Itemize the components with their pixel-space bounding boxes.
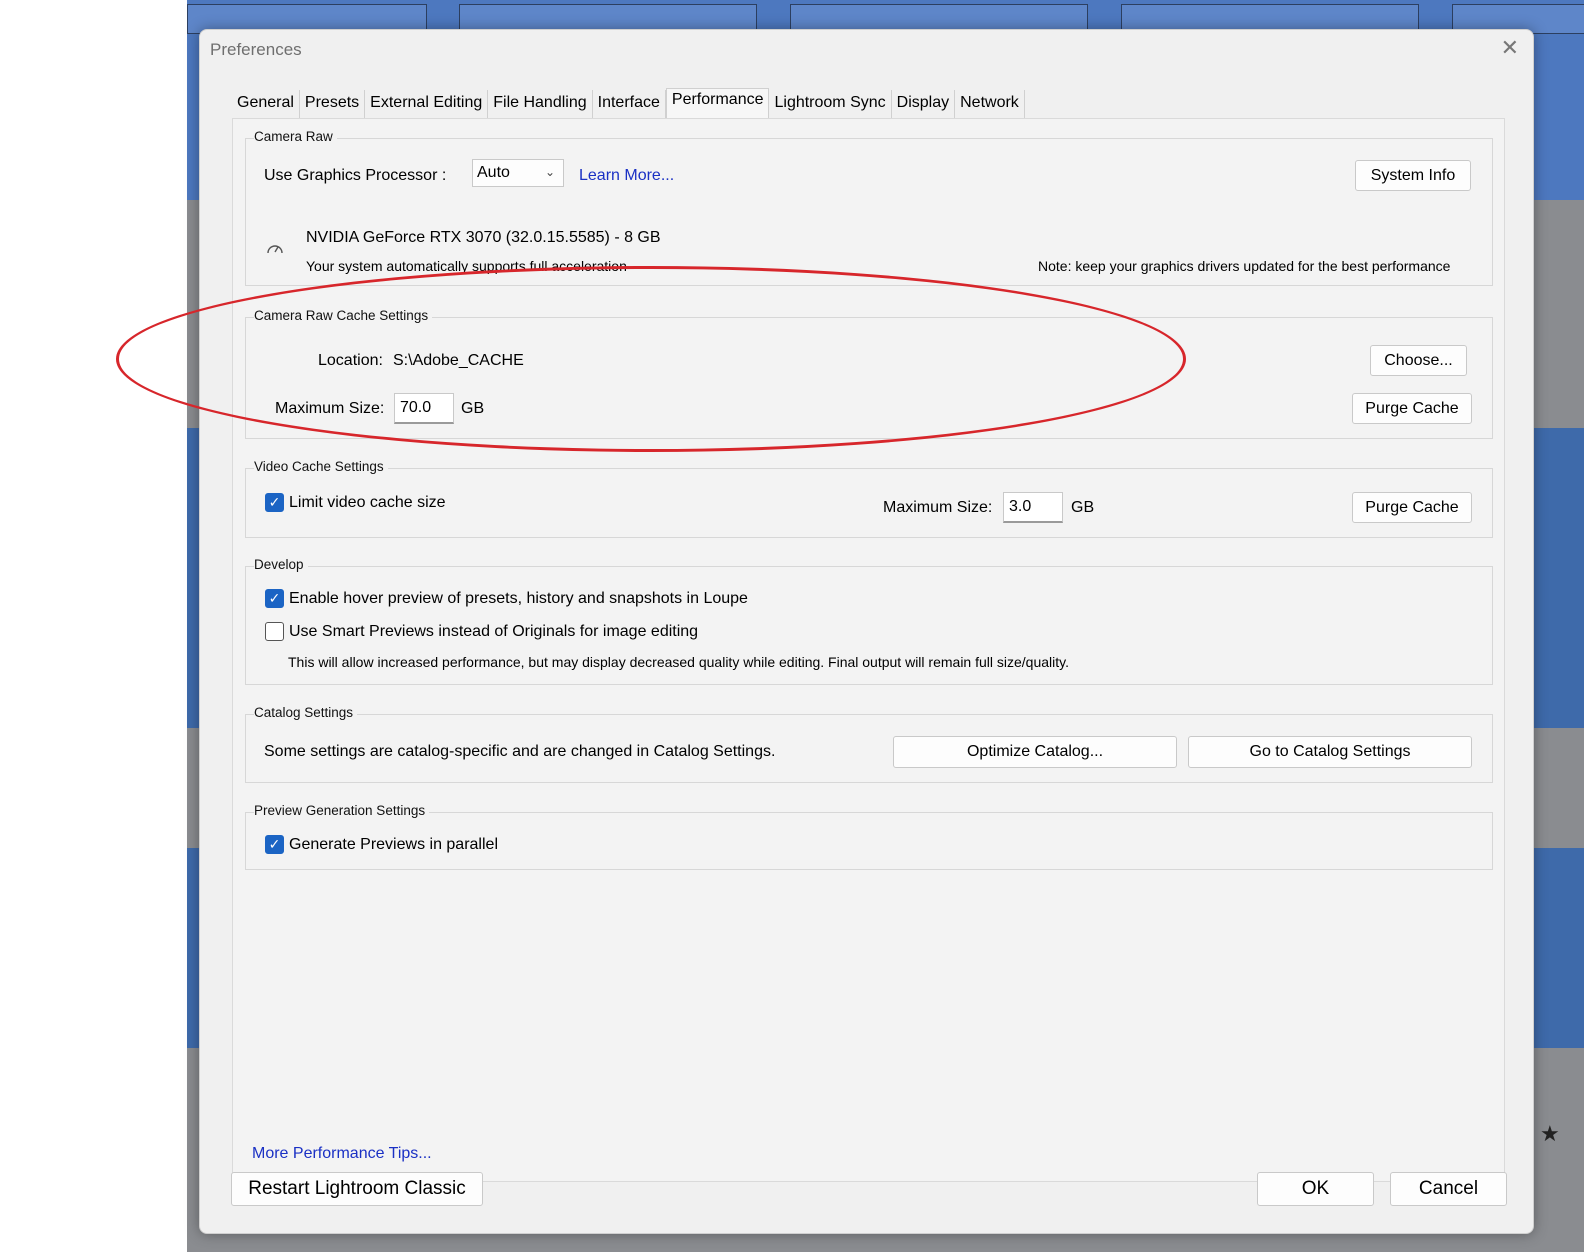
optimize-catalog-button[interactable]: Optimize Catalog...	[893, 736, 1177, 768]
gpu-name: NVIDIA GeForce RTX 3070 (32.0.15.5585) -…	[306, 229, 661, 246]
cancel-button[interactable]: Cancel	[1390, 1172, 1507, 1206]
group-label: Develop	[254, 557, 308, 572]
gpu-status: Your system automatically supports full …	[306, 258, 627, 274]
video-max-size-input[interactable]: 3.0	[1003, 492, 1063, 523]
camera-raw-cache-group: Camera Raw Cache Settings Location: S:\A…	[245, 308, 1493, 439]
group-label: Camera Raw Cache Settings	[254, 308, 433, 323]
tab-external-editing[interactable]: External Editing	[365, 90, 489, 118]
camera-raw-group: Camera Raw Use Graphics Processor : Auto…	[245, 129, 1493, 286]
preview-generation-group: Preview Generation Settings ✓ Generate P…	[245, 803, 1493, 870]
cache-location-value: S:\Adobe_CACHE	[393, 352, 524, 369]
smart-previews-checkbox[interactable]	[265, 622, 284, 641]
tab-performance[interactable]: Performance	[665, 88, 770, 118]
video-cache-unit: GB	[1071, 499, 1095, 516]
parallel-previews-label: Generate Previews in parallel	[289, 836, 498, 853]
system-info-button[interactable]: System Info	[1355, 160, 1471, 191]
group-label: Catalog Settings	[254, 705, 358, 720]
cache-max-size-input[interactable]: 70.0	[394, 393, 454, 424]
cache-unit: GB	[461, 400, 485, 417]
choose-button[interactable]: Choose...	[1370, 345, 1467, 376]
chevron-down-icon: ⌄	[544, 165, 555, 179]
parallel-previews-checkbox[interactable]: ✓	[265, 835, 284, 854]
limit-video-cache-checkbox[interactable]: ✓	[265, 493, 284, 512]
hover-preview-checkbox[interactable]: ✓	[265, 589, 284, 608]
close-icon[interactable]: ✕	[1501, 38, 1519, 60]
star-icon: ★	[1540, 1122, 1560, 1147]
purge-cache-button[interactable]: Purge Cache	[1352, 393, 1472, 424]
tab-interface[interactable]: Interface	[593, 90, 666, 118]
go-to-catalog-settings-button[interactable]: Go to Catalog Settings	[1188, 736, 1472, 768]
group-label: Camera Raw	[254, 129, 337, 144]
cache-location-label: Location:	[318, 352, 383, 369]
tab-display[interactable]: Display	[892, 90, 956, 118]
develop-group: Develop ✓ Enable hover preview of preset…	[245, 557, 1493, 685]
restart-lightroom-button[interactable]: Restart Lightroom Classic	[231, 1172, 483, 1206]
smart-previews-label: Use Smart Previews instead of Originals …	[289, 623, 699, 640]
cache-max-size-label: Maximum Size:	[275, 400, 385, 417]
tab-network[interactable]: Network	[955, 90, 1025, 118]
more-performance-tips-link[interactable]: More Performance Tips...	[252, 1145, 432, 1163]
gpu-select[interactable]: Auto ⌄	[472, 159, 564, 187]
group-label: Video Cache Settings	[254, 459, 388, 474]
preferences-dialog: Preferences ✕ General Presets External E…	[199, 29, 1534, 1234]
video-cache-group: Video Cache Settings ✓ Limit video cache…	[245, 459, 1493, 538]
hover-preview-label: Enable hover preview of presets, history…	[289, 590, 748, 607]
gpu-select-value: Auto	[477, 164, 510, 181]
tab-lightroom-sync[interactable]: Lightroom Sync	[769, 90, 892, 118]
video-purge-cache-button[interactable]: Purge Cache	[1352, 492, 1472, 523]
tab-file-handling[interactable]: File Handling	[488, 90, 593, 118]
video-max-size-label: Maximum Size:	[883, 499, 993, 516]
learn-more-link[interactable]: Learn More...	[579, 167, 674, 185]
tab-presets[interactable]: Presets	[300, 90, 366, 118]
catalog-settings-group: Catalog Settings Some settings are catal…	[245, 705, 1493, 783]
catalog-note: Some settings are catalog-specific and a…	[264, 743, 776, 760]
tab-general[interactable]: General	[232, 90, 300, 118]
group-label: Preview Generation Settings	[254, 803, 430, 818]
performance-panel: Camera Raw Use Graphics Processor : Auto…	[232, 118, 1505, 1182]
dialog-title: Preferences	[210, 40, 302, 59]
smart-previews-note: This will allow increased performance, b…	[288, 654, 1069, 670]
limit-video-cache-label: Limit video cache size	[289, 494, 446, 511]
ok-button[interactable]: OK	[1257, 1172, 1374, 1206]
tab-bar: General Presets External Editing File Ha…	[232, 88, 1025, 118]
driver-note: Note: keep your graphics drivers updated…	[1038, 258, 1451, 274]
gauge-icon	[267, 245, 283, 254]
gpu-label: Use Graphics Processor :	[264, 167, 447, 184]
